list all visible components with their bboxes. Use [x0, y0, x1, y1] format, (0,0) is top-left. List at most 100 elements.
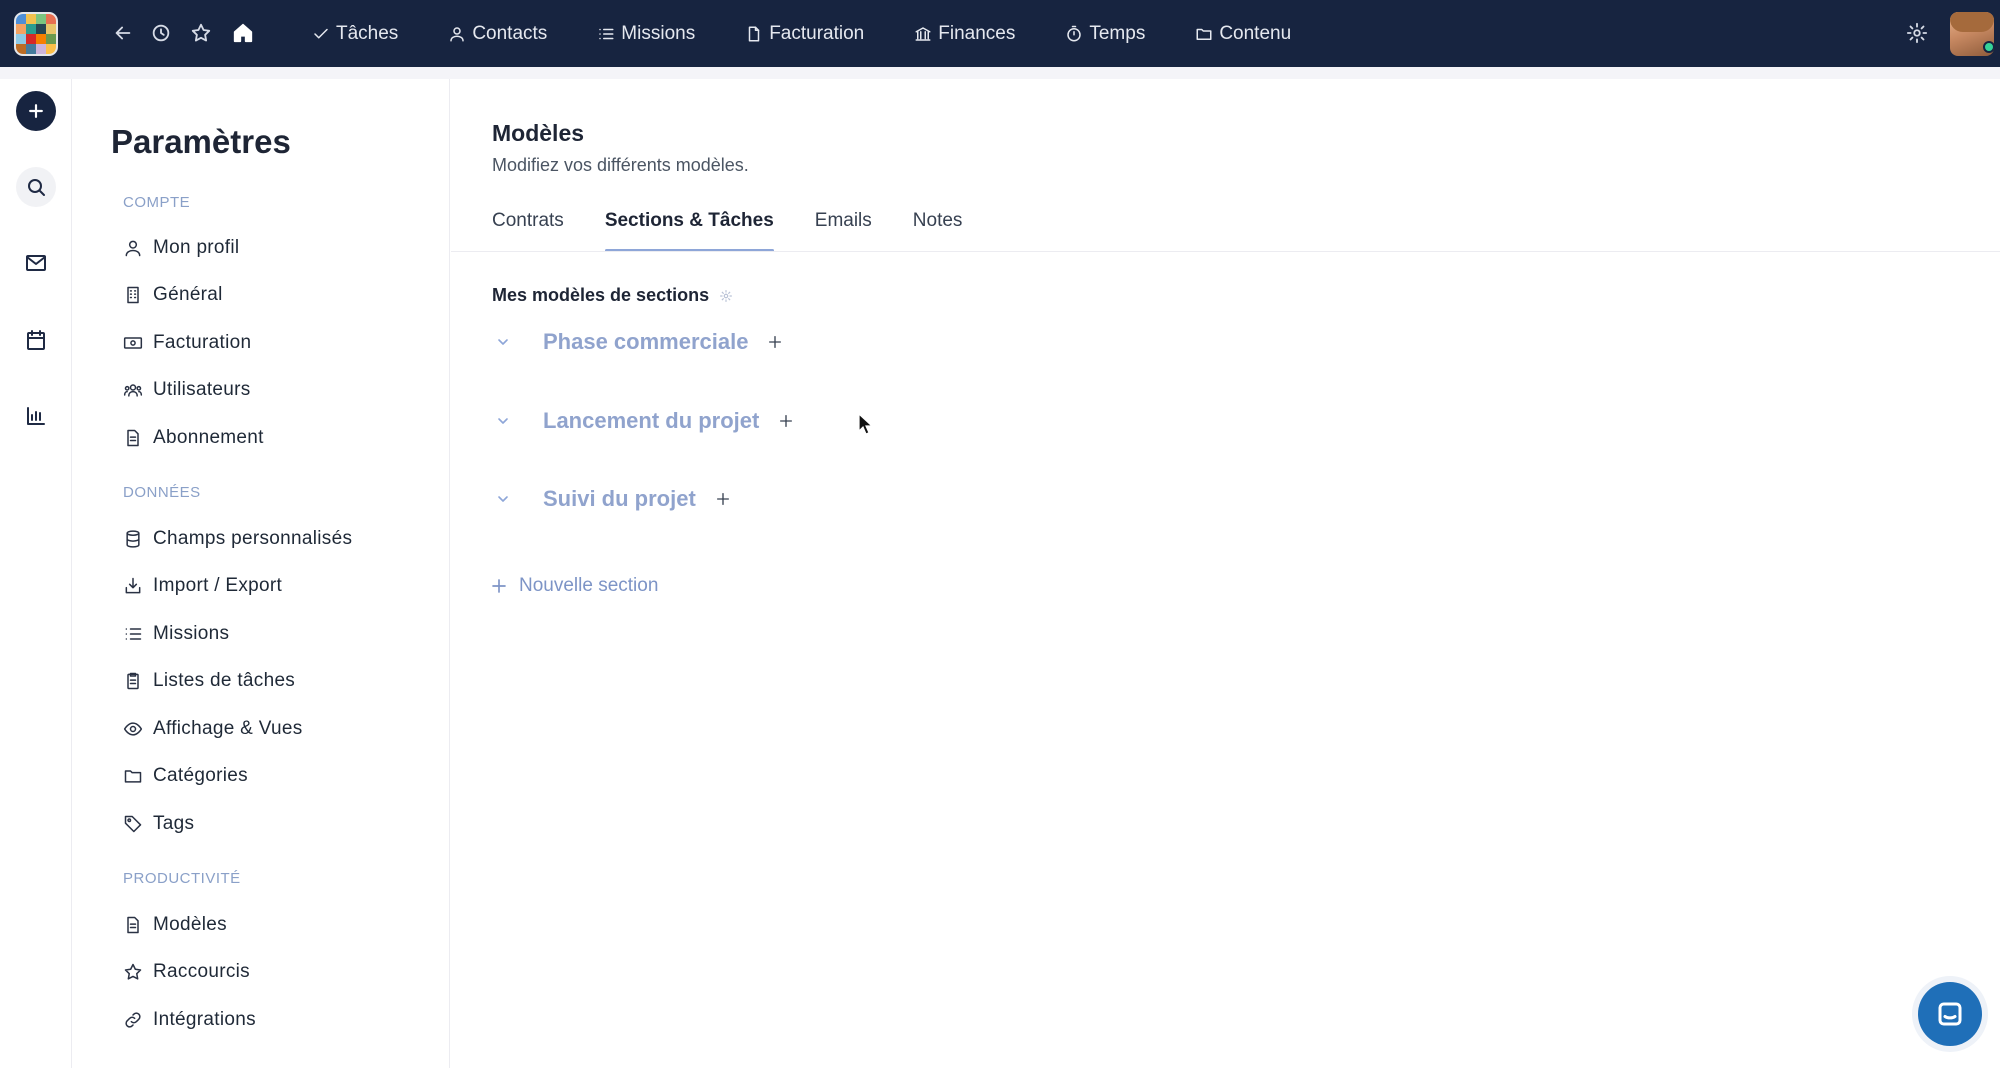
stopwatch-icon: [1067, 25, 1082, 41]
section-template-name[interactable]: Lancement du projet: [543, 408, 759, 434]
check-icon: [314, 28, 328, 38]
calendar-icon[interactable]: [16, 320, 56, 360]
page-title: Modèles: [492, 120, 585, 146]
section-template-name[interactable]: Suivi du projet: [543, 486, 696, 512]
gear-icon[interactable]: [719, 289, 733, 303]
quick-actions-rail: [0, 79, 72, 1068]
user-icon: [123, 237, 153, 259]
settings-item-label: Champs personnalisés: [153, 528, 353, 549]
search-icon[interactable]: [16, 167, 56, 207]
history-icon[interactable]: [146, 18, 176, 48]
nav-taches[interactable]: Tâches: [312, 23, 398, 45]
star-icon[interactable]: [186, 18, 216, 48]
nav-missions[interactable]: Missions: [597, 23, 695, 45]
settings-item-categories[interactable]: Catégories: [123, 761, 248, 791]
settings-item-raccourcis[interactable]: Raccourcis: [123, 957, 250, 987]
settings-item-integrations[interactable]: Intégrations: [123, 1005, 256, 1035]
list-icon: [123, 623, 153, 645]
settings-item-facturation[interactable]: Facturation: [123, 328, 251, 358]
page-subtitle: Modifiez vos différents modèles.: [492, 155, 749, 175]
folder-icon: [1196, 28, 1212, 40]
settings-item-label: Général: [153, 284, 223, 305]
settings-item-mon-profil[interactable]: Mon profil: [123, 233, 239, 263]
nav-contacts[interactable]: Contacts: [448, 23, 547, 45]
nav-finances[interactable]: Finances: [914, 23, 1015, 45]
settings-item-label: Catégories: [153, 765, 248, 786]
header-shadow: [0, 67, 2000, 79]
import-icon: [123, 575, 153, 597]
settings-item-champs-personnalises[interactable]: Champs personnalisés: [123, 524, 352, 554]
mail-icon[interactable]: [16, 243, 56, 283]
eye-icon: [123, 718, 153, 740]
tab-emails[interactable]: Emails: [815, 208, 872, 252]
gear-icon[interactable]: [1902, 18, 1932, 48]
section-template-row: Suivi du projet: [492, 482, 734, 516]
nav-temps[interactable]: Temps: [1065, 23, 1145, 45]
star-icon: [123, 961, 153, 983]
chevron-down-icon[interactable]: [492, 331, 514, 353]
settings-item-label: Modèles: [153, 914, 227, 935]
banknote-icon: [123, 332, 153, 354]
new-section-button[interactable]: Nouvelle section: [490, 575, 658, 597]
building-icon: [123, 284, 153, 306]
user-icon: [450, 26, 465, 41]
add-task-plus-icon[interactable]: [712, 488, 734, 510]
bar-chart-icon[interactable]: [16, 396, 56, 436]
users-icon: [123, 379, 153, 401]
settings-item-label: Raccourcis: [153, 961, 250, 982]
folder-icon: [123, 765, 153, 787]
settings-item-abonnement[interactable]: Abonnement: [123, 423, 264, 453]
settings-item-missions[interactable]: Missions: [123, 619, 229, 649]
settings-item-label: Import / Export: [153, 575, 283, 596]
clipboard-icon: [123, 670, 153, 692]
document-icon: [748, 26, 760, 41]
plus-icon: [492, 579, 506, 593]
settings-title: Paramètres: [111, 123, 291, 160]
settings-sidebar: Paramètres COMPTE Mon profil Général Fac…: [72, 79, 450, 1068]
nav-label: Missions: [621, 22, 696, 44]
section-template-name[interactable]: Phase commerciale: [543, 329, 748, 355]
online-status-dot: [1983, 41, 1994, 53]
settings-item-affichage-vues[interactable]: Affichage & Vues: [123, 714, 303, 744]
app-logo[interactable]: [14, 12, 58, 56]
receipt-icon: [123, 427, 153, 449]
settings-item-label: Facturation: [153, 332, 252, 353]
settings-item-label: Tags: [153, 813, 195, 834]
settings-item-modeles[interactable]: Modèles: [123, 910, 227, 940]
tab-notes[interactable]: Notes: [913, 208, 963, 252]
section-templates-heading: Mes modèles de sections: [492, 285, 733, 306]
settings-item-listes-de-taches[interactable]: Listes de tâches: [123, 666, 295, 696]
nav-label: Contacts: [472, 22, 548, 44]
group-label-donnees: DONNÉES: [123, 484, 201, 501]
nav-facturation[interactable]: Facturation: [745, 23, 864, 45]
nav-label: Temps: [1089, 22, 1146, 44]
nav-label: Tâches: [336, 22, 399, 44]
tab-sections-taches[interactable]: Sections & Tâches: [604, 208, 774, 252]
link-icon: [123, 1009, 153, 1031]
settings-item-label: Utilisateurs: [153, 379, 251, 400]
chevron-down-icon[interactable]: [492, 410, 514, 432]
add-task-plus-icon[interactable]: [764, 331, 786, 353]
new-section-label: Nouvelle section: [519, 575, 659, 596]
top-navigation-bar: Tâches Contacts Missions Facturation Fin…: [0, 0, 2000, 67]
tag-icon: [123, 813, 153, 835]
chat-support-button[interactable]: [1918, 982, 1982, 1046]
mouse-cursor-icon: [858, 413, 874, 435]
plus-icon[interactable]: [16, 91, 56, 131]
home-icon[interactable]: [228, 18, 258, 48]
group-label-compte: COMPTE: [123, 194, 191, 211]
settings-item-tags[interactable]: Tags: [123, 809, 194, 839]
nav-label: Facturation: [769, 22, 865, 44]
back-arrow-icon[interactable]: [108, 18, 138, 48]
chevron-down-icon[interactable]: [492, 488, 514, 510]
settings-item-label: Mon profil: [153, 237, 240, 258]
add-task-plus-icon[interactable]: [775, 410, 797, 432]
nav-contenu[interactable]: Contenu: [1195, 23, 1291, 45]
settings-item-utilisateurs[interactable]: Utilisateurs: [123, 375, 251, 405]
user-avatar[interactable]: [1950, 12, 1994, 56]
settings-item-general[interactable]: Général: [123, 280, 223, 310]
settings-item-import-export[interactable]: Import / Export: [123, 571, 282, 601]
main-nav: Tâches Contacts Missions Facturation Fin…: [312, 0, 1341, 67]
tab-contrats[interactable]: Contrats: [492, 208, 564, 252]
nav-label: Contenu: [1219, 22, 1292, 44]
